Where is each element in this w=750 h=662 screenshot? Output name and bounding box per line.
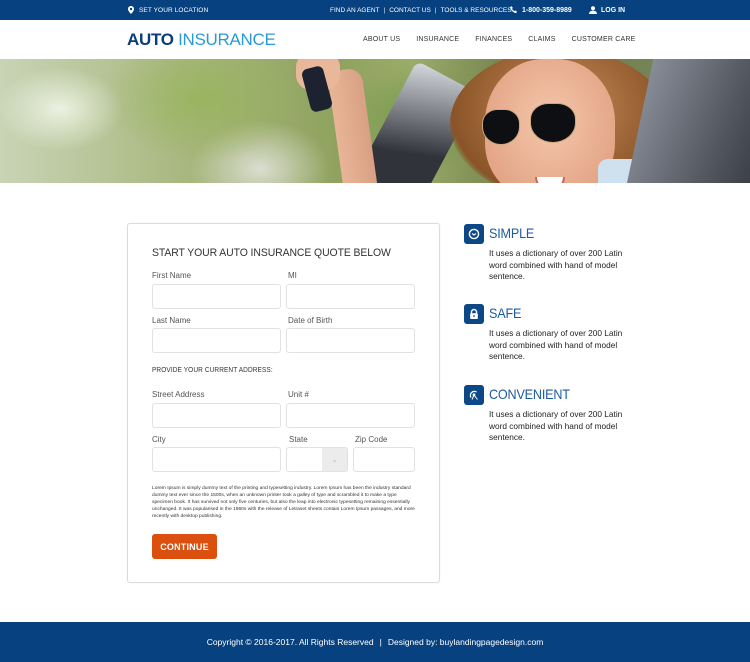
feature-description: It uses a dictionary of over 200 Latin w… (489, 328, 623, 361)
top-bar: SET YOUR LOCATION FIND AN AGENT | CONTAC… (0, 0, 750, 20)
login-link[interactable]: LOG IN (589, 0, 625, 20)
contact-us-link[interactable]: CONTACT US (389, 7, 431, 14)
find-agent-link[interactable]: FIND AN AGENT (330, 7, 379, 14)
quote-form: START YOUR AUTO INSURANCE QUOTE BELOW Fi… (127, 223, 440, 583)
sunglasses-right-lens (530, 103, 576, 143)
continue-button[interactable]: CONTINUE (152, 534, 217, 559)
zip-code-input[interactable] (353, 447, 415, 472)
clock-icon (464, 224, 484, 244)
feature-description: It uses a dictionary of over 200 Latin w… (489, 409, 623, 442)
main-nav: ABOUT US INSURANCE FINANCES CLAIMS CUSTO… (363, 20, 651, 59)
separator: | (434, 6, 437, 14)
footer: Copyright © 2016-2017. All Rights Reserv… (0, 622, 750, 662)
tools-resources-link[interactable]: TOOLS & RESOURCES (441, 7, 512, 14)
set-location-link[interactable]: SET YOUR LOCATION (128, 0, 208, 20)
sunglasses-left-lens (482, 109, 520, 145)
disclaimer-text: Lorem Ipsum is simply dummy text of the … (152, 486, 415, 519)
zip-code-label: Zip Code (355, 435, 388, 444)
feature-title: CONVENIENT (489, 386, 570, 402)
first-name-input[interactable] (152, 284, 281, 309)
smile (535, 177, 565, 183)
state-select[interactable]: ⌄ (286, 447, 348, 472)
login-label: LOG IN (601, 6, 626, 14)
nav-customer-care[interactable]: CUSTOMER CARE (572, 36, 636, 43)
phone-link[interactable]: 1-800-359-8989 (510, 0, 572, 20)
unit-label: Unit # (288, 390, 309, 399)
separator: | (383, 6, 386, 14)
copyright-text: Copyright © 2016-2017. All Rights Reserv… (206, 637, 374, 647)
feature-title: SIMPLE (489, 225, 535, 241)
last-name-input[interactable] (152, 328, 281, 353)
city-label: City (152, 435, 166, 444)
logo[interactable]: AUTO INSURANCE (127, 30, 276, 50)
nav-insurance[interactable]: INSURANCE (416, 36, 459, 43)
nav-about-us[interactable]: ABOUT US (363, 36, 400, 43)
feature-safe: SAFE It uses a dictionary of over 200 La… (464, 304, 664, 364)
street-address-label: Street Address (152, 390, 205, 399)
feature-convenient: CONVENIENT It uses a dictionary of over … (464, 385, 664, 445)
lock-icon (464, 304, 484, 324)
feature-title: SAFE (489, 305, 522, 321)
unit-input[interactable] (286, 403, 415, 428)
feature-simple: SIMPLE It uses a dictionary of over 200 … (464, 224, 664, 284)
chevron-down-icon: ⌄ (322, 448, 347, 471)
nav-finances[interactable]: FINANCES (475, 36, 512, 43)
feature-description: It uses a dictionary of over 200 Latin w… (489, 248, 623, 281)
separator: | (379, 637, 382, 647)
phone-icon (510, 6, 517, 14)
map-pin-icon (128, 6, 134, 14)
mi-label: MI (288, 271, 297, 280)
street-address-input[interactable] (152, 403, 281, 428)
user-icon (589, 6, 597, 14)
state-label: State (289, 435, 308, 444)
last-name-label: Last Name (152, 316, 191, 325)
set-location-label: SET YOUR LOCATION (139, 6, 209, 14)
logo-bold: AUTO (127, 30, 174, 49)
dob-input[interactable] (286, 328, 415, 353)
address-section-heading: PROVIDE YOUR CURRENT ADDRESS: (152, 367, 273, 374)
nav-claims[interactable]: CLAIMS (528, 36, 555, 43)
designer-credit-link[interactable]: Designed by: buylandingpagedesign.com (388, 637, 543, 647)
logo-light: INSURANCE (178, 30, 276, 49)
mi-input[interactable] (286, 284, 415, 309)
satellite-icon (464, 385, 484, 405)
header: AUTO INSURANCE ABOUT US INSURANCE FINANC… (0, 20, 750, 59)
form-title: START YOUR AUTO INSURANCE QUOTE BELOW (152, 247, 391, 259)
dob-label: Date of Birth (288, 316, 333, 325)
city-input[interactable] (152, 447, 281, 472)
hero-image (0, 59, 750, 183)
utility-links: FIND AN AGENT | CONTACT US | TOOLS & RES… (330, 0, 512, 20)
phone-number: 1-800-359-8989 (522, 6, 572, 14)
first-name-label: First Name (152, 271, 192, 280)
